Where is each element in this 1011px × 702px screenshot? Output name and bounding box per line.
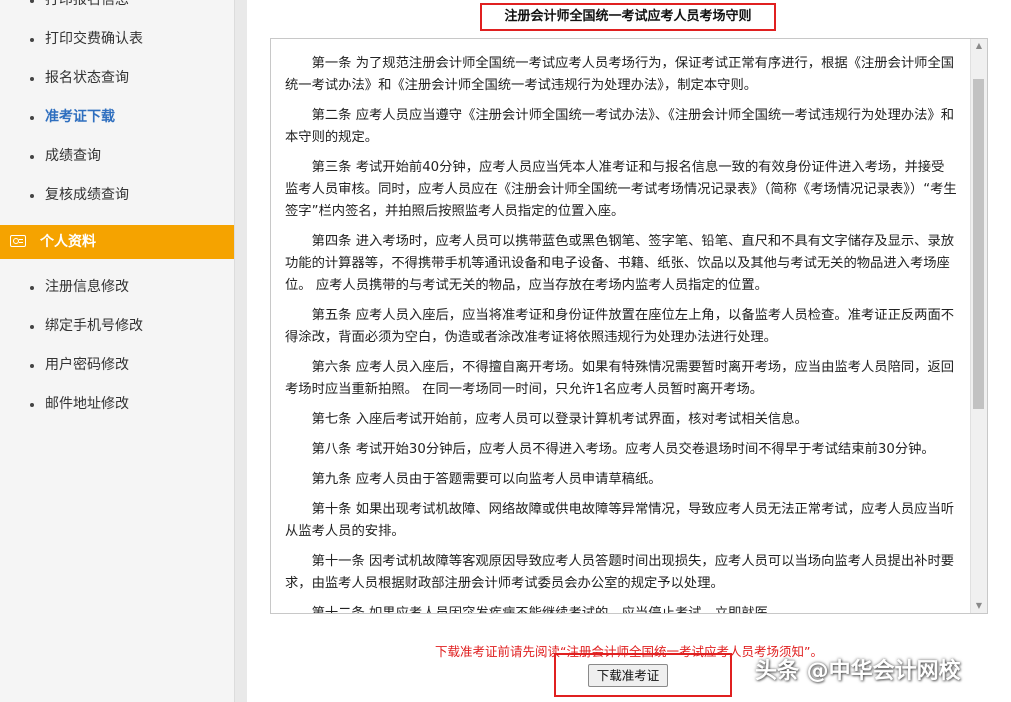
bullet-icon	[30, 0, 34, 3]
rule-paragraph: 第六条 应考人员入座后，不得擅自离开考场。如果有特殊情况需要暂时离开考场，应当由…	[285, 360, 955, 397]
sidebar-item[interactable]: 用户密码修改	[0, 346, 234, 385]
sidebar-item-label: 准考证下载	[45, 109, 115, 125]
bullet-icon	[30, 77, 34, 81]
rule-paragraph: 第十条 如果出现考试机故障、网络故障或供电故障等异常情况，导致应考人员无法正常考…	[285, 502, 955, 539]
bullet-icon	[30, 325, 34, 329]
rule-paragraph: 第七条 入座后考试开始前，应考人员可以登录计算机考试界面，核对考试相关信息。	[311, 412, 808, 427]
section-header-label: 个人资料	[40, 234, 96, 250]
sidebar-item-label: 报名状态查询	[45, 70, 129, 86]
rules-document[interactable]: 第一条 为了规范注册会计师全国统一考试应考人员考场行为，保证考试正常有序进行，根…	[270, 38, 988, 614]
sidebar-item-label: 注册信息修改	[45, 279, 129, 295]
bullet-icon	[30, 155, 34, 159]
bullet-icon	[30, 194, 34, 198]
sidebar-item-label: 邮件地址修改	[45, 396, 129, 412]
sidebar-item-label: 打印交费确认表	[45, 31, 143, 47]
rule-paragraph: 第八条 考试开始30分钟后，应考人员不得进入考场。应考人员交卷退场时间不得早于考…	[311, 442, 935, 457]
sidebar: 打印报名信息 打印交费确认表 报名状态查询 准考证下载 成绩查询 复核成绩查询 个人资料 …	[0, 0, 234, 702]
sidebar-item[interactable]: 打印报名信息	[0, 0, 234, 20]
sidebar-item[interactable]: 绑定手机号修改	[0, 307, 234, 346]
sidebar-item-label: 用户密码修改	[45, 357, 129, 373]
sidebar-divider	[234, 0, 247, 702]
sidebar-item-label: 成绩查询	[45, 148, 101, 164]
rule-paragraph: 第二条 应考人员应当遵守《注册会计师全国统一考试办法》、《注册会计师全国统一考试…	[285, 108, 955, 145]
sidebar-item[interactable]: 注册信息修改	[0, 268, 234, 307]
sidebar-item[interactable]: 复核成绩查询	[0, 176, 234, 215]
sidebar-item-label: 打印报名信息	[45, 0, 129, 8]
rule-paragraph: 第十一条 因考试机故障等客观原因导致应考人员答题时间出现损失，应考人员可以当场向…	[285, 554, 955, 591]
bullet-icon	[30, 116, 34, 120]
sidebar-item[interactable]: 报名状态查询	[0, 59, 234, 98]
scrollbar[interactable]: ▲ ▼	[970, 39, 987, 613]
bullet-icon	[30, 403, 34, 407]
id-card-icon	[10, 235, 26, 247]
rule-paragraph: 第十二条 如果应考人员因突发疾病不能继续考试的，应当停止考试，立即就医。	[311, 606, 782, 614]
page-title: 注册会计师全国统一考试应考人员考场守则	[480, 3, 776, 31]
download-admission-ticket-button[interactable]: 下载准考证	[588, 664, 668, 687]
bullet-icon	[30, 38, 34, 42]
sidebar-item[interactable]: 准考证下载	[0, 98, 234, 137]
rules-text: 第一条 为了规范注册会计师全国统一考试应考人员考场行为，保证考试正常有序进行，根…	[285, 53, 957, 614]
sidebar-item-label: 复核成绩查询	[45, 187, 129, 203]
sidebar-item[interactable]: 打印交费确认表	[0, 20, 234, 59]
bullet-icon	[30, 286, 34, 290]
sidebar-item[interactable]: 成绩查询	[0, 137, 234, 176]
rule-paragraph: 第九条 应考人员由于答题需要可以向监考人员申请草稿纸。	[311, 472, 662, 487]
scroll-up-arrow-icon[interactable]: ▲	[971, 39, 987, 53]
rule-paragraph: 第一条 为了规范注册会计师全国统一考试应考人员考场行为，保证考试正常有序进行，根…	[285, 56, 955, 93]
scrollbar-thumb[interactable]	[973, 78, 984, 409]
scroll-down-arrow-icon[interactable]: ▼	[971, 599, 987, 613]
rule-paragraph: 第四条 进入考场时，应考人员可以携带蓝色或黑色钢笔、签字笔、铅笔、直尺和不具有文…	[285, 234, 955, 293]
watermark: 头条 @中华会计网校	[755, 659, 961, 684]
rule-paragraph: 第三条 考试开始前40分钟，应考人员应当凭本人准考证和与报名信息一致的有效身份证…	[285, 160, 957, 219]
sidebar-item-label: 绑定手机号修改	[45, 318, 143, 334]
bullet-icon	[30, 364, 34, 368]
sidebar-item[interactable]: 邮件地址修改	[0, 385, 234, 424]
rule-paragraph: 第五条 应考人员入座后，应当将准考证和身份证件放置在座位左上角，以备监考人员检查…	[285, 308, 955, 345]
section-header-personal-info[interactable]: 个人资料	[0, 225, 234, 259]
